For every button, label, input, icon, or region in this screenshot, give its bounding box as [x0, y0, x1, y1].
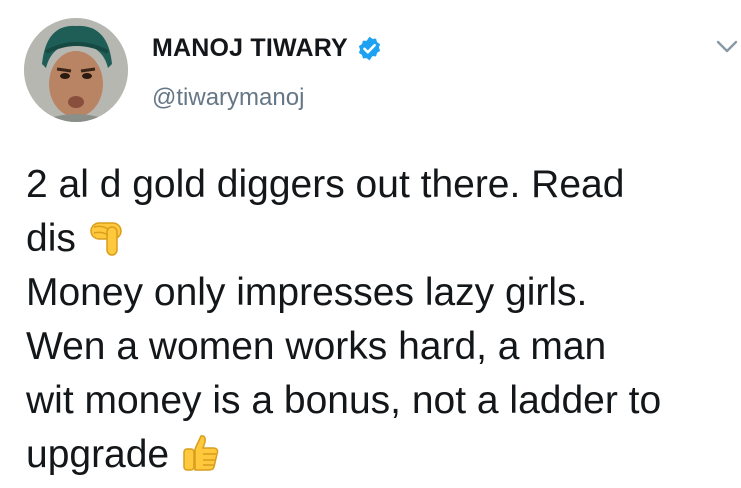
thumbs-up-icon	[181, 433, 221, 473]
author-display-name[interactable]: MANOJ TIWARY	[152, 34, 383, 63]
tweet-text: 2 al d gold diggers out there. Read dis …	[26, 158, 736, 482]
verified-badge-icon	[356, 35, 383, 62]
tweet-line: dis	[26, 217, 76, 260]
tweet-line-with-emoji: upgrade	[26, 428, 736, 482]
tweet-line: upgrade	[26, 433, 170, 476]
avatar[interactable]	[24, 18, 128, 122]
author-handle[interactable]: @tiwarymanoj	[152, 84, 304, 112]
display-name-text: MANOJ TIWARY	[152, 34, 348, 62]
tweet-line: Money only impresses lazy girls.	[26, 271, 588, 314]
tweet-line-with-emoji: dis	[26, 212, 736, 266]
backhand-index-pointing-down-icon	[88, 217, 128, 257]
profile-photo-icon	[24, 18, 128, 122]
tweet-line: wit money is a bonus, not a ladder to	[26, 379, 662, 422]
tweet-line: Wen a women works hard, a man	[26, 325, 607, 368]
tweet-card: MANOJ TIWARY @tiwarymanoj 2 al d gold di…	[0, 0, 741, 486]
tweet-line: 2 al d gold diggers out there. Read	[26, 163, 625, 206]
chevron-down-icon[interactable]	[716, 40, 738, 54]
